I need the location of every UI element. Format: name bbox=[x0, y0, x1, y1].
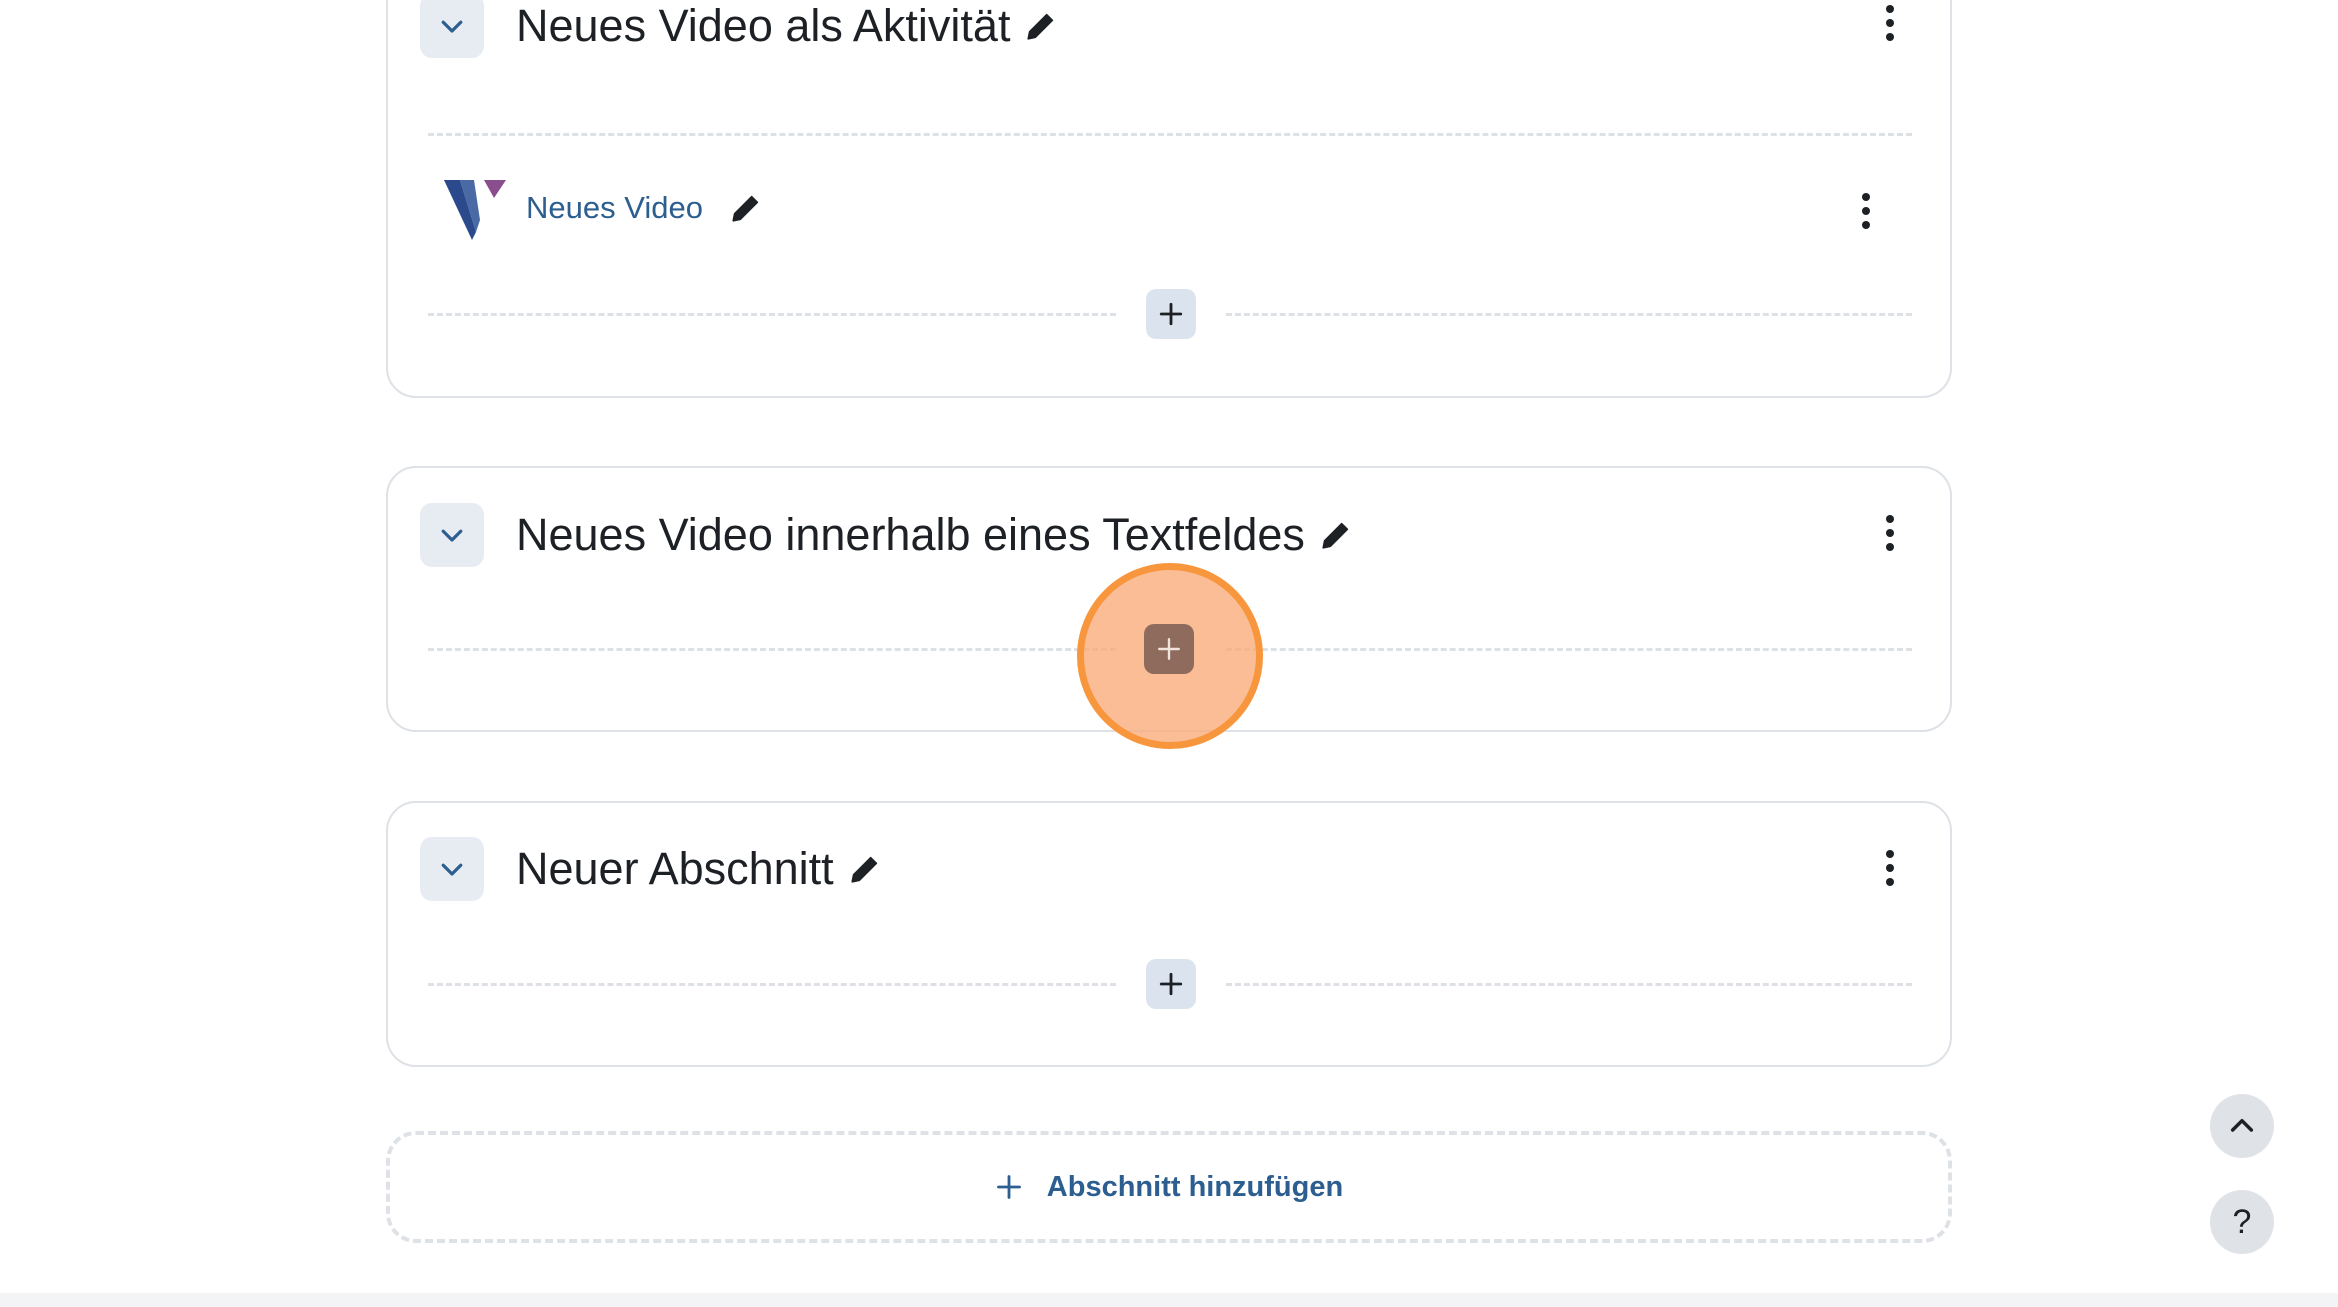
section-title: Neuer Abschnitt bbox=[516, 846, 882, 891]
add-divider-right bbox=[1226, 983, 1912, 986]
section-menu-button[interactable] bbox=[1878, 845, 1902, 891]
add-section-label: Abschnitt hinzufügen bbox=[1046, 1170, 1344, 1203]
section-divider bbox=[428, 133, 1912, 136]
help-button[interactable]: ? bbox=[2210, 1190, 2274, 1254]
add-divider-right bbox=[1226, 648, 1912, 651]
plus-icon bbox=[1159, 302, 1183, 326]
add-divider-left bbox=[428, 983, 1116, 986]
course-section: Neues Video als Aktivität Neues Video bbox=[386, 0, 1952, 398]
add-divider-left bbox=[428, 648, 1116, 651]
plus-icon bbox=[996, 1175, 1021, 1199]
pencil-icon[interactable] bbox=[1319, 518, 1353, 552]
chevron-down-icon bbox=[441, 529, 463, 542]
chevron-down-icon bbox=[441, 863, 463, 876]
section-title-text: Neues Video innerhalb eines Textfeldes bbox=[516, 509, 1305, 560]
add-activity-button[interactable] bbox=[1144, 624, 1194, 674]
section-title: Neues Video innerhalb eines Textfeldes bbox=[516, 512, 1353, 557]
footer-strip bbox=[0, 1293, 2338, 1307]
plus-icon bbox=[1158, 638, 1180, 660]
chevron-down-icon bbox=[441, 20, 463, 33]
course-page: Neues Video als Aktivität Neues Video Ne… bbox=[0, 0, 2338, 1307]
plus-icon bbox=[1159, 972, 1183, 996]
collapse-section-button[interactable] bbox=[420, 0, 484, 58]
collapse-section-button[interactable] bbox=[420, 503, 484, 567]
add-divider-left bbox=[428, 313, 1116, 316]
section-menu-button[interactable] bbox=[1878, 0, 1902, 46]
chevron-up-icon bbox=[2230, 1118, 2254, 1132]
section-title-text: Neuer Abschnitt bbox=[516, 843, 834, 894]
section-title: Neues Video als Aktivität bbox=[516, 3, 1058, 48]
pencil-icon[interactable] bbox=[1024, 9, 1058, 43]
course-section: Neuer Abschnitt bbox=[386, 801, 1952, 1067]
pencil-icon[interactable] bbox=[848, 852, 882, 886]
pencil-icon[interactable] bbox=[729, 191, 763, 225]
add-section-button[interactable]: Abschnitt hinzufügen bbox=[386, 1131, 1952, 1243]
add-divider-right bbox=[1226, 313, 1912, 316]
activity-link[interactable]: Neues Video bbox=[526, 190, 703, 226]
video-activity-logo bbox=[444, 180, 506, 240]
help-label: ? bbox=[2232, 1203, 2252, 1241]
add-activity-button[interactable] bbox=[1146, 959, 1196, 1009]
section-menu-button[interactable] bbox=[1878, 510, 1902, 556]
activity-menu-button[interactable] bbox=[1854, 188, 1878, 234]
add-activity-button[interactable] bbox=[1146, 289, 1196, 339]
section-title-text: Neues Video als Aktivität bbox=[516, 0, 1011, 51]
activity-item[interactable]: Neues Video bbox=[444, 174, 763, 242]
collapse-section-button[interactable] bbox=[420, 837, 484, 901]
back-to-top-button[interactable] bbox=[2210, 1094, 2274, 1158]
